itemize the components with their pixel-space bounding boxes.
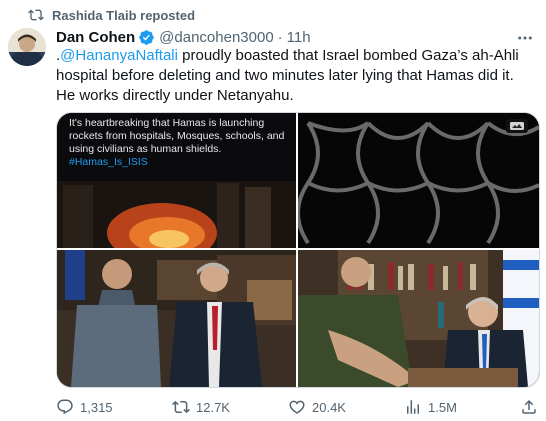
views-button[interactable]: 1.5M [404,398,457,416]
mention-link[interactable]: @HananyaNaftali [60,47,178,64]
share-button[interactable] [520,398,538,416]
image-caption-hashtag: #Hamas_Is_ISIS [69,156,148,168]
media-image-3[interactable] [57,250,296,387]
like-count: 20.4K [312,399,346,415]
fence-photo [298,113,539,248]
repost-icon [28,9,44,21]
author-name[interactable]: Dan Cohen [56,29,135,46]
reply-count: 1,315 [80,399,113,415]
tweet-header: Dan Cohen @dancohen3000 · 11h [56,27,538,47]
like-button[interactable]: 20.4K [288,398,346,416]
share-icon [522,399,536,414]
reply-button[interactable]: 1,315 [56,398,113,416]
avatar[interactable] [8,28,46,66]
repost-icon [172,400,190,414]
tweet-actions: 1,315 12.7K 20.4K 1.5M [56,398,538,416]
author-handle[interactable]: @dancohen3000 [159,29,274,46]
reply-icon [57,399,73,415]
media-image-4[interactable] [298,250,539,387]
repost-indicator[interactable]: Rashida Tlaib reposted [28,6,195,24]
repost-label: Rashida Tlaib reposted [52,7,196,23]
views-chart-icon [407,400,419,414]
verified-badge-icon[interactable] [138,29,155,46]
office-photo-signing [298,250,539,387]
media-image-1[interactable]: It's heartbreaking that Hamas is launchi… [57,113,296,248]
media-image-2[interactable] [298,113,539,248]
separator-dot: · [277,28,283,46]
heart-icon [289,400,305,414]
repost-button[interactable]: 12.7K [172,398,230,416]
office-photo-two-men [57,250,296,387]
alt-badge[interactable] [506,119,528,133]
tweet-timestamp[interactable]: 11h [287,29,311,46]
repost-count: 12.7K [196,399,230,415]
more-options-icon[interactable] [516,29,534,47]
image-caption-text: It's heartbreaking that Hamas is launchi… [69,117,285,155]
media-grid: It's heartbreaking that Hamas is launchi… [56,112,540,388]
tweet-text: .@HananyaNaftali proudly boasted that Is… [56,46,536,106]
view-count: 1.5M [428,399,457,415]
